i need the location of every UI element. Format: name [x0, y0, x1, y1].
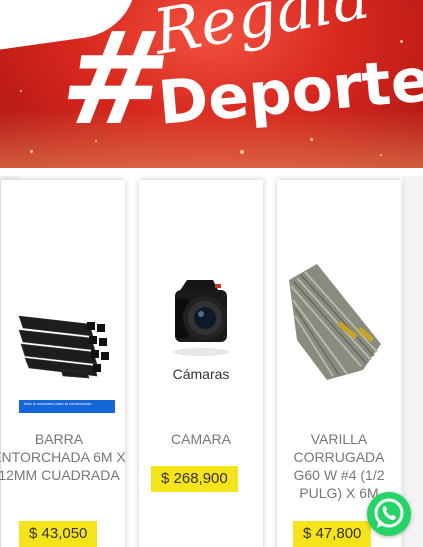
sparkle [20, 90, 22, 92]
product-card[interactable]: Todo lo necesario para tu construcción B… [0, 180, 126, 547]
product-carousel[interactable]: Todo lo necesario para tu construcción B… [0, 168, 423, 547]
whatsapp-icon [374, 498, 404, 528]
product-title[interactable]: BARRA ENTORCHADA 6M X 12MM CUADRADA [0, 430, 129, 484]
sparkle [30, 150, 33, 153]
steel-bars-stack-icon [18, 315, 115, 413]
rebar-bundle-icon [289, 264, 381, 380]
product-image-caption: Todo lo necesario para tu construcción [23, 401, 92, 406]
whatsapp-button[interactable] [367, 492, 411, 536]
product-card[interactable]: Cámaras CAMARA $ 268,900 [139, 180, 263, 547]
product-price: $ 268,900 [151, 466, 238, 492]
product-image-camera[interactable]: Cámaras [139, 220, 263, 420]
camera-icon [173, 280, 229, 356]
product-image-steel-bars[interactable]: Todo lo necesario para tu construcción [1, 220, 125, 420]
sparkle [400, 40, 403, 43]
sparkle [240, 150, 244, 154]
product-price: $ 47,800 [293, 521, 372, 547]
promo-banner[interactable]: # Regala Deporte [0, 0, 423, 168]
product-price: $ 43,050 [19, 521, 98, 547]
sparkle [310, 138, 313, 141]
product-image-caption: Cámaras [172, 366, 230, 382]
product-image-rebar[interactable] [277, 220, 401, 420]
sparkle [380, 154, 382, 156]
product-title[interactable]: CAMARA [145, 430, 257, 448]
